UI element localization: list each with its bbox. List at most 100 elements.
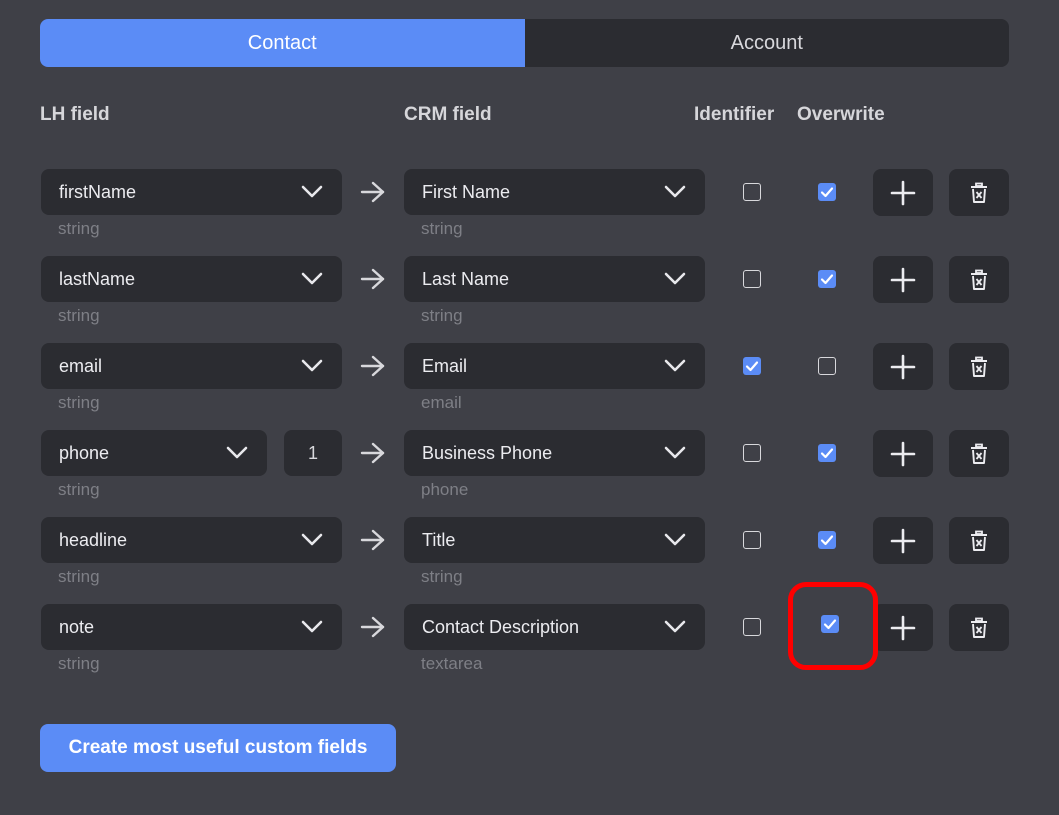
crm-field-type: string: [421, 219, 463, 238]
lh-field-value: phone: [59, 442, 110, 463]
chevron-down-icon: [664, 533, 686, 546]
lh-field-value: email: [59, 355, 103, 376]
crm-field-select[interactable]: Last Name: [404, 256, 705, 302]
lh-field-type: string: [58, 480, 100, 499]
crm-field-type: phone: [421, 480, 469, 499]
arrow-right-icon: [360, 529, 385, 551]
crm-field-value: Contact Description: [422, 616, 580, 637]
overwrite-checkbox[interactable]: [818, 531, 836, 549]
arrow-right-icon: [360, 616, 385, 638]
trash-icon: [971, 182, 987, 203]
crm-field-select[interactable]: Email: [404, 343, 705, 389]
lh-field-select[interactable]: phone: [41, 430, 267, 476]
identifier-checkbox[interactable]: [743, 270, 761, 288]
chevron-down-icon: [664, 620, 686, 633]
lh-field-value: note: [59, 616, 95, 637]
trash-icon: [971, 269, 987, 290]
tab-account[interactable]: Account: [525, 19, 1010, 67]
trash-icon: [971, 443, 987, 464]
lh-field-select[interactable]: firstName: [41, 169, 342, 215]
crm-field-select[interactable]: Business Phone: [404, 430, 705, 476]
add-mapping-button[interactable]: [873, 517, 933, 564]
mapping-row: email string Email email: [0, 343, 1059, 423]
plus-icon: [890, 267, 916, 292]
crm-field-type: email: [421, 393, 462, 412]
delete-mapping-button[interactable]: [949, 430, 1009, 477]
lh-field-type: string: [58, 306, 100, 325]
column-header-crm-field: CRM field: [404, 104, 492, 125]
crm-field-type: string: [421, 306, 463, 325]
mapping-row: note string Contact Description textarea: [0, 604, 1059, 684]
column-header-identifier: Identifier: [694, 104, 775, 125]
overwrite-checkbox[interactable]: [818, 444, 836, 462]
lh-field-type: string: [58, 393, 100, 412]
tab-bar: Contact Account: [40, 19, 1009, 67]
lh-field-select[interactable]: lastName: [41, 256, 342, 302]
plus-icon: [890, 441, 916, 466]
crm-field-select[interactable]: Title: [404, 517, 705, 563]
chevron-down-icon: [301, 185, 323, 198]
arrow-right-icon: [360, 442, 385, 464]
identifier-checkbox[interactable]: [743, 531, 761, 549]
chevron-down-icon: [301, 533, 323, 546]
crm-field-select[interactable]: Contact Description: [404, 604, 705, 650]
lh-field-select[interactable]: headline: [41, 517, 342, 563]
delete-mapping-button[interactable]: [949, 256, 1009, 303]
create-custom-fields-button[interactable]: Create most useful custom fields: [40, 724, 396, 772]
lh-field-type: string: [58, 654, 100, 673]
mapping-row: lastName string Last Name string: [0, 256, 1059, 336]
lh-field-select[interactable]: email: [41, 343, 342, 389]
column-header-lh-field: LH field: [40, 104, 110, 125]
delete-mapping-button[interactable]: [949, 517, 1009, 564]
crm-field-value: Last Name: [422, 268, 510, 289]
delete-mapping-button[interactable]: [949, 604, 1009, 651]
overwrite-checkbox[interactable]: [818, 183, 836, 201]
identifier-checkbox[interactable]: [743, 183, 761, 201]
identifier-checkbox[interactable]: [743, 618, 761, 636]
trash-icon: [971, 617, 987, 638]
plus-icon: [890, 180, 916, 205]
chevron-down-icon: [664, 359, 686, 372]
plus-icon: [890, 354, 916, 379]
crm-field-value: First Name: [422, 181, 511, 202]
highlight-overwrite-note: [788, 582, 878, 670]
chevron-down-icon: [301, 359, 323, 372]
checkmark-icon: [745, 361, 759, 372]
identifier-checkbox[interactable]: [743, 444, 761, 462]
add-mapping-button[interactable]: [873, 256, 933, 303]
mapping-row: phone 1 string Business Phone phone: [0, 430, 1059, 510]
add-mapping-button[interactable]: [873, 169, 933, 216]
add-mapping-button[interactable]: [873, 343, 933, 390]
lh-field-type: string: [58, 219, 100, 238]
crm-field-value: Business Phone: [422, 442, 553, 463]
lh-field-select[interactable]: note: [41, 604, 342, 650]
lh-field-value: lastName: [59, 268, 136, 289]
lh-field-type: string: [58, 567, 100, 586]
checkmark-icon: [820, 535, 834, 546]
add-mapping-button[interactable]: [873, 430, 933, 477]
crm-field-value: Email: [422, 355, 468, 376]
trash-icon: [971, 356, 987, 377]
crm-field-select[interactable]: First Name: [404, 169, 705, 215]
crm-field-value: Title: [422, 529, 456, 550]
chevron-down-icon: [664, 272, 686, 285]
chevron-down-icon: [301, 272, 323, 285]
overwrite-checkbox[interactable]: [818, 357, 836, 375]
checkmark-icon: [820, 187, 834, 198]
chevron-down-icon: [226, 446, 248, 459]
chevron-down-icon: [664, 185, 686, 198]
identifier-checkbox[interactable]: [743, 357, 761, 375]
arrow-right-icon: [360, 268, 385, 290]
chevron-down-icon: [664, 446, 686, 459]
delete-mapping-button[interactable]: [949, 343, 1009, 390]
arrow-right-icon: [360, 181, 385, 203]
lh-field-value: headline: [59, 529, 128, 550]
overwrite-checkbox[interactable]: [818, 270, 836, 288]
add-mapping-button[interactable]: [873, 604, 933, 651]
mapping-row: headline string Title string: [0, 517, 1059, 597]
delete-mapping-button[interactable]: [949, 169, 1009, 216]
phone-index-input[interactable]: 1: [284, 430, 342, 476]
tab-contact[interactable]: Contact: [40, 19, 525, 67]
arrow-right-icon: [360, 355, 385, 377]
crm-field-type: textarea: [421, 654, 483, 673]
